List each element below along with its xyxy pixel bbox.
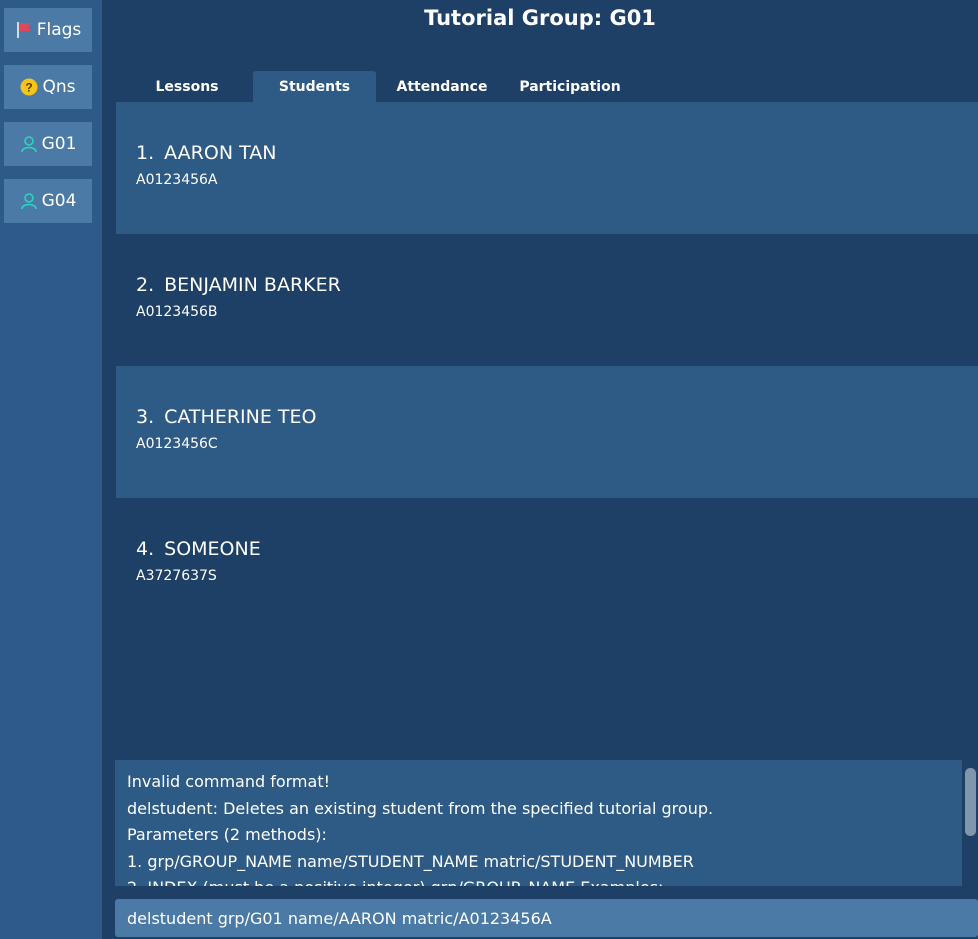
- result-line: 1. grp/GROUP_NAME name/STUDENT_NAME matr…: [127, 851, 694, 871]
- student-matric: A0123456B: [136, 304, 218, 320]
- student-name: SOMEONE: [164, 538, 261, 560]
- tab-participation[interactable]: Participation: [508, 71, 632, 102]
- student-list-item[interactable]: 3. CATHERINE TEO A0123456C: [116, 366, 978, 498]
- student-list-item[interactable]: 2. BENJAMIN BARKER A0123456B: [116, 234, 978, 366]
- svg-text:?: ?: [26, 81, 33, 95]
- result-line: delstudent: Deletes an existing student …: [127, 798, 714, 818]
- student-name: CATHERINE TEO: [164, 406, 317, 428]
- sidebar-item-label: G01: [41, 134, 77, 154]
- student-name: AARON TAN: [164, 142, 277, 164]
- person-icon: [20, 135, 38, 153]
- result-display[interactable]: Invalid command format! delstudent: Dele…: [115, 760, 962, 886]
- student-index: 2.: [136, 274, 155, 296]
- person-icon: [20, 192, 38, 210]
- sidebar-item-flags[interactable]: Flags: [4, 8, 92, 52]
- student-matric: A3727637S: [136, 568, 217, 584]
- command-input[interactable]: [115, 899, 978, 937]
- tab-attendance[interactable]: Attendance: [379, 71, 505, 102]
- sidebar: Flags ? Qns G01 G04: [0, 0, 102, 939]
- sidebar-item-label: G04: [41, 191, 77, 211]
- student-list-item[interactable]: 4. SOMEONE A3727637S: [116, 498, 978, 630]
- scrollbar-thumb[interactable]: [965, 768, 976, 836]
- question-icon: ?: [20, 78, 38, 96]
- sidebar-item-label: Qns: [42, 77, 76, 97]
- result-line: Parameters (2 methods):: [127, 825, 327, 844]
- sidebar-item-label: Flags: [36, 20, 82, 40]
- student-name: BENJAMIN BARKER: [164, 274, 341, 296]
- result-line: 2. INDEX (must be a positive integer) gr…: [127, 875, 950, 886]
- flag-icon: [15, 21, 33, 39]
- tab-students[interactable]: Students: [253, 71, 376, 102]
- student-index: 3.: [136, 406, 155, 428]
- sidebar-item-g04[interactable]: G04: [4, 179, 92, 223]
- student-index: 4.: [136, 538, 155, 560]
- tab-lessons[interactable]: Lessons: [124, 71, 250, 102]
- result-line: Invalid command format!: [127, 772, 331, 791]
- student-matric: A0123456C: [136, 436, 218, 452]
- student-matric: A0123456A: [136, 172, 218, 188]
- sidebar-item-qns[interactable]: ? Qns: [4, 65, 92, 109]
- sidebar-item-g01[interactable]: G01: [4, 122, 92, 166]
- student-list-item[interactable]: 1. AARON TAN A0123456A: [116, 102, 978, 234]
- page-title: Tutorial Group: G01: [424, 6, 656, 30]
- student-index: 1.: [136, 142, 155, 164]
